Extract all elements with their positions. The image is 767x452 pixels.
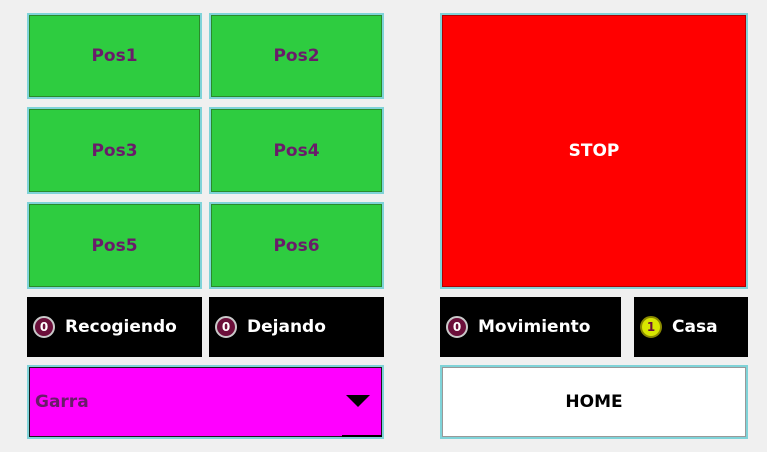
dejando-label: Dejando (247, 317, 326, 337)
chevron-down-icon[interactable] (346, 395, 370, 407)
pos4-button[interactable]: Pos4 (209, 107, 384, 194)
casa-label: Casa (672, 317, 718, 337)
recogiendo-led-icon: 0 (33, 316, 55, 338)
pos6-button[interactable]: Pos6 (209, 202, 384, 289)
pos5-button[interactable]: Pos5 (27, 202, 202, 289)
pos2-label: Pos2 (273, 46, 320, 66)
movimiento-indicator: 0 Movimiento (440, 297, 621, 357)
pos5-label: Pos5 (91, 235, 138, 256)
tool-select[interactable]: Garra (27, 365, 384, 439)
pos4-label: Pos4 (273, 140, 320, 161)
movimiento-led-icon: 0 (446, 316, 468, 338)
dropdown-divider (342, 435, 382, 437)
recogiendo-label: Recogiendo (65, 317, 177, 337)
control-panel: Pos1 Pos2 Pos3 Pos4 Pos5 Pos6 STOP 0 Rec… (0, 0, 767, 452)
dejando-led-icon: 0 (215, 316, 237, 338)
pos2-button[interactable]: Pos2 (209, 13, 384, 99)
stop-button[interactable]: STOP (440, 13, 748, 289)
home-button[interactable]: HOME (440, 365, 748, 439)
movimiento-label: Movimiento (478, 317, 591, 337)
stop-label: STOP (568, 141, 620, 161)
pos3-label: Pos3 (91, 140, 138, 161)
pos1-button[interactable]: Pos1 (27, 13, 202, 99)
casa-indicator: 1 Casa (634, 297, 748, 357)
dejando-indicator: 0 Dejando (209, 297, 384, 357)
recogiendo-indicator: 0 Recogiendo (27, 297, 202, 357)
home-label: HOME (565, 392, 623, 412)
tool-select-value: Garra (35, 392, 89, 412)
pos3-button[interactable]: Pos3 (27, 107, 202, 194)
casa-led-icon: 1 (640, 316, 662, 338)
pos6-label: Pos6 (273, 235, 320, 256)
pos1-label: Pos1 (91, 46, 138, 66)
